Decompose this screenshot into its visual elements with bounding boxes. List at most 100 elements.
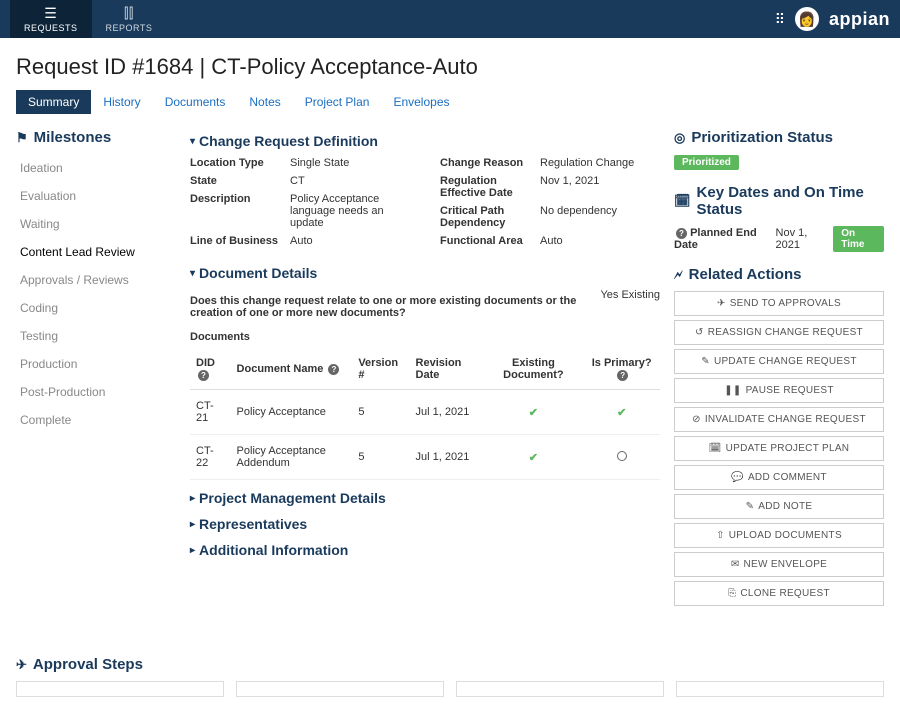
- key-dates-section: 🗓 Key Dates and On Time Status ? Planned…: [674, 184, 884, 252]
- field-label: Location Type: [190, 157, 290, 169]
- nav-tab-label: REQUESTS: [24, 23, 78, 33]
- accordion-document-details[interactable]: ▾ Document Details: [190, 265, 660, 281]
- milestone-item[interactable]: Waiting: [16, 210, 176, 238]
- prioritization-header: ◎ Prioritization Status: [674, 129, 884, 146]
- action-upload-docs[interactable]: ⇧UPLOAD DOCUMENTS: [674, 523, 884, 548]
- milestone-item[interactable]: Production: [16, 350, 176, 378]
- page-title: Request ID #1684 | CT-Policy Acceptance-…: [16, 54, 884, 80]
- cell-did: CT-22: [190, 435, 231, 480]
- cell-existing: ✔: [483, 435, 583, 480]
- col-existing[interactable]: Existing Document?: [483, 349, 583, 390]
- question-answer: Yes Existing: [600, 289, 660, 301]
- chevron-right-icon: ▸: [190, 493, 195, 504]
- milestone-item[interactable]: Post-Production: [16, 378, 176, 406]
- accordion-additional-info[interactable]: ▸ Additional Information: [190, 542, 660, 558]
- col-did[interactable]: DID ?: [190, 349, 231, 390]
- nav-tab-reports[interactable]: ⫿⫿ REPORTS: [92, 0, 167, 38]
- help-icon[interactable]: ?: [617, 370, 628, 381]
- prioritization-section: ◎ Prioritization Status Prioritized: [674, 129, 884, 170]
- milestone-item[interactable]: Approvals / Reviews: [16, 266, 176, 294]
- key-dates-header: 🗓 Key Dates and On Time Status: [674, 184, 884, 218]
- nav-tab-requests[interactable]: ☰ REQUESTS: [10, 0, 92, 38]
- col-primary[interactable]: Is Primary? ?: [583, 349, 660, 390]
- milestone-item[interactable]: Evaluation: [16, 182, 176, 210]
- cell-version: 5: [352, 390, 409, 435]
- section-label: Milestones: [34, 129, 112, 146]
- tab-project-plan[interactable]: Project Plan: [293, 90, 382, 114]
- record-tabs: Summary History Documents Notes Project …: [16, 90, 884, 115]
- approval-steps-header: ✈ Approval Steps: [16, 656, 884, 673]
- documents-table: DID ? Document Name ? Version # Revision…: [190, 349, 660, 480]
- accordion-label: Document Details: [199, 265, 317, 281]
- action-reassign[interactable]: ↺REASSIGN CHANGE REQUEST: [674, 320, 884, 345]
- milestones-header: ⚑ Milestones: [16, 129, 176, 146]
- prohibit-icon: ⊘: [692, 414, 701, 425]
- action-update-plan[interactable]: 🗓UPDATE PROJECT PLAN: [674, 436, 884, 461]
- field-value: Policy Acceptance language needs an upda…: [290, 193, 410, 229]
- brand-logo: appian: [829, 9, 890, 30]
- table-row[interactable]: CT-22 Policy Acceptance Addendum 5 Jul 1…: [190, 435, 660, 480]
- field-value: Single State: [290, 157, 410, 169]
- pencil-icon: ✎: [746, 501, 755, 512]
- col-revision-date[interactable]: Revision Date: [410, 349, 484, 390]
- related-actions-section: 🗲 Related Actions ✈SEND TO APPROVALS ↺RE…: [674, 266, 884, 606]
- tab-documents[interactable]: Documents: [153, 90, 238, 114]
- apps-grid-icon[interactable]: ⠿: [775, 11, 785, 28]
- topbar-right: ⠿ 👩 appian: [775, 7, 890, 31]
- action-pause[interactable]: ❚❚PAUSE REQUEST: [674, 378, 884, 403]
- bolt-icon: 🗲: [674, 267, 683, 283]
- question-row: Does this change request relate to one o…: [190, 289, 660, 323]
- cell-name: Policy Acceptance: [231, 390, 353, 435]
- tab-history[interactable]: History: [91, 90, 152, 114]
- topbar-tabs: ☰ REQUESTS ⫿⫿ REPORTS: [10, 0, 166, 38]
- action-update-request[interactable]: ✎UPDATE CHANGE REQUEST: [674, 349, 884, 374]
- field-label: Line of Business: [190, 235, 290, 247]
- table-row[interactable]: CT-21 Policy Acceptance 5 Jul 1, 2021 ✔ …: [190, 390, 660, 435]
- help-icon[interactable]: ?: [676, 228, 687, 239]
- nav-tab-label: REPORTS: [106, 23, 153, 33]
- section-label: Related Actions: [689, 266, 802, 283]
- def-col-right: Change ReasonRegulation Change Regulatio…: [440, 157, 660, 253]
- milestone-item[interactable]: Coding: [16, 294, 176, 322]
- action-invalidate[interactable]: ⊘INVALIDATE CHANGE REQUEST: [674, 407, 884, 432]
- plane-icon: ✈: [16, 657, 27, 673]
- help-icon[interactable]: ?: [328, 364, 339, 375]
- field-label: ? Planned End Date: [674, 227, 770, 251]
- list-icon: ☰: [44, 5, 57, 22]
- milestone-item-current[interactable]: Content Lead Review: [16, 238, 176, 266]
- accordion-representatives[interactable]: ▸ Representatives: [190, 516, 660, 532]
- field-value: Auto: [540, 235, 660, 247]
- field-value: Nov 1, 2021: [540, 175, 660, 199]
- milestone-item[interactable]: Ideation: [16, 154, 176, 182]
- accordion-project-mgmt[interactable]: ▸ Project Management Details: [190, 490, 660, 506]
- check-icon: ✔: [529, 452, 538, 464]
- action-add-note[interactable]: ✎ADD NOTE: [674, 494, 884, 519]
- sidebar-right: ◎ Prioritization Status Prioritized 🗓 Ke…: [674, 129, 884, 620]
- action-new-envelope[interactable]: ✉NEW ENVELOPE: [674, 552, 884, 577]
- field-label: Change Reason: [440, 157, 540, 169]
- milestone-item[interactable]: Testing: [16, 322, 176, 350]
- action-clone[interactable]: ⎘CLONE REQUEST: [674, 581, 884, 606]
- action-send-to-approvals[interactable]: ✈SEND TO APPROVALS: [674, 291, 884, 316]
- question-text: Does this change request relate to one o…: [190, 295, 580, 319]
- accordion-label: Change Request Definition: [199, 133, 378, 149]
- cell-date: Jul 1, 2021: [410, 435, 484, 480]
- related-actions-header: 🗲 Related Actions: [674, 266, 884, 283]
- accordion-change-request-def[interactable]: ▾ Change Request Definition: [190, 133, 660, 149]
- action-add-comment[interactable]: 💬ADD COMMENT: [674, 465, 884, 490]
- approval-box: [236, 681, 444, 697]
- avatar[interactable]: 👩: [795, 7, 819, 31]
- chevron-right-icon: ▸: [190, 545, 195, 556]
- target-icon: ◎: [674, 130, 685, 146]
- field-label: Functional Area: [440, 235, 540, 247]
- check-icon: ✔: [529, 407, 538, 419]
- col-version[interactable]: Version #: [352, 349, 409, 390]
- help-icon[interactable]: ?: [198, 370, 209, 381]
- tab-envelopes[interactable]: Envelopes: [381, 90, 461, 114]
- tab-notes[interactable]: Notes: [237, 90, 292, 114]
- milestone-item[interactable]: Complete: [16, 406, 176, 434]
- tab-summary[interactable]: Summary: [16, 90, 91, 114]
- field-value: Regulation Change: [540, 157, 660, 169]
- col-doc-name[interactable]: Document Name ?: [231, 349, 353, 390]
- status-badge-prioritized: Prioritized: [674, 155, 739, 170]
